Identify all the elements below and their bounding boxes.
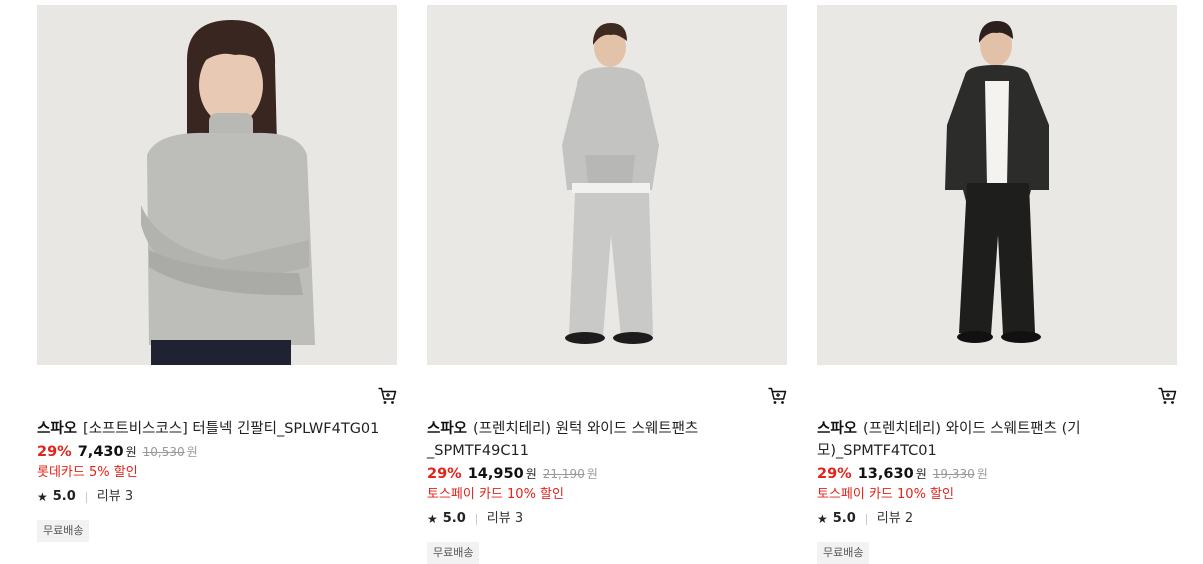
product-title[interactable]: 스파오 [소프트비스코스] 터틀넥 긴팔티_SPLWF4TG01 — [37, 418, 382, 440]
product-image[interactable] — [427, 5, 787, 365]
price-line: 29% 13,630 원 19,330 원 — [817, 463, 1162, 485]
card-promo: 토스페이 카드 10% 할인 — [817, 487, 954, 502]
product-name: [소프트비스코스] 터틀넥 긴팔티_SPLWF4TG01 — [83, 421, 380, 437]
sale-price: 14,950 — [467, 466, 524, 482]
sale-price: 7,430 — [77, 444, 124, 460]
product-title[interactable]: 스파오 (프렌치테리) 원턱 와이드 스웨트팬츠_SPMTF49C11 — [427, 418, 772, 462]
currency: 원 — [125, 445, 137, 459]
product-brand: 스파오 — [37, 421, 78, 437]
product-card[interactable]: 스파오 (프렌치테리) 와이드 스웨트팬츠 (기모)_SPMTF4TC01 29%… — [817, 5, 1177, 564]
original-currency: 원 — [976, 467, 988, 481]
star-icon: ★ — [817, 512, 828, 526]
rating-line: ★ 5.0 리뷰 3 — [37, 487, 382, 507]
cart-icon[interactable] — [767, 386, 787, 406]
discount-rate: 29% — [427, 466, 462, 482]
price-line: 29% 7,430 원 10,530 원 — [37, 441, 382, 463]
free-shipping-badge: 무료배송 — [817, 542, 870, 564]
divider — [475, 513, 477, 525]
product-name: (프렌치테리) 원턱 와이드 스웨트팬츠_SPMTF49C11 — [427, 421, 699, 459]
product-card[interactable]: 스파오 (프렌치테리) 원턱 와이드 스웨트팬츠_SPMTF49C11 29% 14… — [427, 5, 787, 564]
product-image[interactable] — [37, 5, 397, 365]
original-price: 19,330 — [932, 467, 975, 481]
product-card[interactable]: 스파오 [소프트비스코스] 터틀넥 긴팔티_SPLWF4TG01 29% 7,430… — [37, 5, 397, 542]
free-shipping-badge: 무료배송 — [427, 542, 480, 564]
free-shipping-badge: 무료배송 — [37, 520, 90, 542]
rating-line: ★ 5.0 리뷰 2 — [817, 509, 1162, 529]
review-count[interactable]: 리뷰 3 — [487, 509, 523, 529]
product-brand: 스파오 — [427, 421, 468, 437]
review-count[interactable]: 리뷰 3 — [97, 487, 133, 507]
rating-score: 5.0 — [52, 489, 76, 504]
sale-price: 13,630 — [857, 466, 914, 482]
product-brand: 스파오 — [817, 421, 858, 437]
original-currency: 원 — [186, 445, 198, 459]
card-promo: 토스페이 카드 10% 할인 — [427, 487, 564, 502]
divider — [85, 491, 87, 503]
rating-score: 5.0 — [832, 511, 856, 526]
star-icon: ★ — [427, 512, 438, 526]
product-info: 스파오 (프렌치테리) 원턱 와이드 스웨트팬츠_SPMTF49C11 29% 14… — [427, 418, 772, 564]
currency: 원 — [525, 467, 537, 481]
star-icon: ★ — [37, 490, 48, 504]
currency: 원 — [915, 467, 927, 481]
rating-score: 5.0 — [442, 511, 466, 526]
original-currency: 원 — [586, 467, 598, 481]
product-info: 스파오 (프렌치테리) 와이드 스웨트팬츠 (기모)_SPMTF4TC01 29%… — [817, 418, 1162, 564]
cart-icon[interactable] — [1157, 386, 1177, 406]
rating-line: ★ 5.0 리뷰 3 — [427, 509, 772, 529]
divider — [865, 513, 867, 525]
discount-rate: 29% — [37, 444, 72, 460]
product-info: 스파오 [소프트비스코스] 터틀넥 긴팔티_SPLWF4TG01 29% 7,430… — [37, 418, 382, 542]
original-price: 10,530 — [142, 445, 185, 459]
price-line: 29% 14,950 원 21,190 원 — [427, 463, 772, 485]
original-price: 21,190 — [542, 467, 585, 481]
review-count[interactable]: 리뷰 2 — [877, 509, 913, 529]
card-promo: 롯데카드 5% 할인 — [37, 465, 138, 480]
product-title[interactable]: 스파오 (프렌치테리) 와이드 스웨트팬츠 (기모)_SPMTF4TC01 — [817, 418, 1162, 462]
product-image[interactable] — [817, 5, 1177, 365]
cart-icon[interactable] — [377, 386, 397, 406]
discount-rate: 29% — [817, 466, 852, 482]
